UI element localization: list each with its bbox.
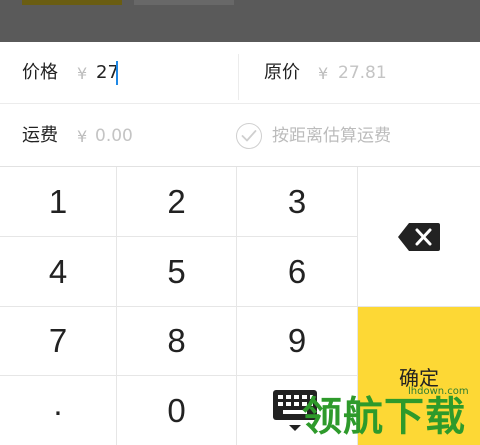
delete-button[interactable] — [358, 167, 480, 307]
price-form: 价格 ¥ 27 原价 ¥ 27.81 运费 ¥ 0.00 按距离估算运费 — [0, 42, 480, 167]
key-1[interactable]: 1 — [0, 167, 117, 237]
estimate-shipping-label[interactable]: 按距离估算运费 — [272, 125, 391, 147]
key-9[interactable]: 9 — [237, 307, 358, 376]
key-5[interactable]: 5 — [117, 237, 237, 307]
check-icon — [241, 130, 257, 142]
background-element — [22, 0, 122, 5]
key-0[interactable]: 0 — [117, 376, 237, 445]
key-4[interactable]: 4 — [0, 237, 117, 307]
key-2[interactable]: 2 — [117, 167, 237, 237]
estimate-shipping-checkbox[interactable] — [236, 123, 262, 149]
key-decimal[interactable]: . — [0, 376, 117, 445]
key-7[interactable]: 7 — [0, 307, 117, 376]
original-price-input[interactable]: 27.81 — [338, 62, 387, 84]
key-8[interactable]: 8 — [117, 307, 237, 376]
divider — [238, 54, 239, 100]
background-element — [134, 0, 234, 5]
watermark: lhdown.com 领航下载 — [300, 386, 480, 445]
backspace-icon — [398, 222, 440, 251]
shipping-input[interactable]: 0.00 — [95, 125, 133, 147]
price-label: 价格 — [22, 62, 58, 83]
shipping-label: 运费 — [22, 125, 58, 146]
key-3[interactable]: 3 — [237, 167, 358, 237]
price-currency: ¥ — [77, 64, 88, 83]
original-price-label: 原价 — [264, 62, 300, 83]
shipping-currency: ¥ — [77, 127, 88, 146]
text-caret — [116, 61, 118, 85]
original-price-currency: ¥ — [318, 64, 329, 83]
price-row: 价格 ¥ 27 原价 ¥ 27.81 — [0, 42, 480, 104]
key-6[interactable]: 6 — [237, 237, 358, 307]
watermark-text: 领航下载 — [302, 394, 466, 440]
dimmed-background[interactable] — [0, 0, 480, 42]
